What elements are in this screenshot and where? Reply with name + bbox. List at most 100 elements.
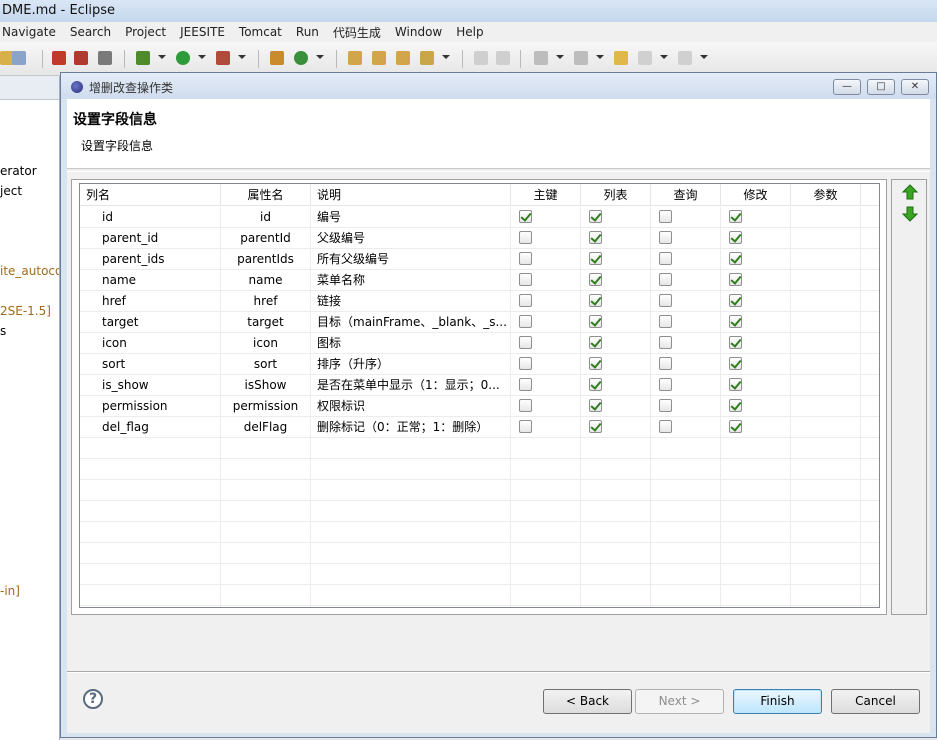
- list-checkbox[interactable]: [589, 357, 602, 370]
- table-row[interactable]: parent_id parentId 父级编号: [80, 228, 879, 249]
- edit-checkbox[interactable]: [729, 315, 742, 328]
- query-checkbox[interactable]: [659, 294, 672, 307]
- list-checkbox[interactable]: [589, 294, 602, 307]
- list-checkbox[interactable]: [589, 336, 602, 349]
- move-down-arrow-icon[interactable]: [902, 206, 918, 222]
- chevron-down-icon[interactable]: [316, 55, 324, 59]
- list-checkbox[interactable]: [589, 231, 602, 244]
- table-row[interactable]: name name 菜单名称: [80, 270, 879, 291]
- chevron-down-icon[interactable]: [700, 55, 708, 59]
- open-type-icon[interactable]: [348, 51, 362, 65]
- tree-item[interactable]: -in]: [0, 584, 20, 598]
- debug-icon[interactable]: [136, 51, 150, 65]
- chevron-down-icon[interactable]: [198, 55, 206, 59]
- help-icon[interactable]: ?: [83, 689, 103, 709]
- list-checkbox[interactable]: [589, 378, 602, 391]
- column-header-list[interactable]: 列表: [581, 184, 651, 206]
- table-row[interactable]: id id 编号: [80, 207, 879, 228]
- list-checkbox[interactable]: [589, 399, 602, 412]
- list-checkbox[interactable]: [589, 315, 602, 328]
- pk-checkbox[interactable]: [519, 336, 532, 349]
- tree-item[interactable]: erator: [0, 164, 37, 178]
- search-icon[interactable]: [420, 51, 434, 65]
- pk-checkbox[interactable]: [519, 357, 532, 370]
- show-whitespace-icon[interactable]: [496, 51, 510, 65]
- query-checkbox[interactable]: [659, 399, 672, 412]
- back-arrow-icon[interactable]: [638, 51, 652, 65]
- chevron-down-icon[interactable]: [660, 55, 668, 59]
- bug-icon[interactable]: [52, 51, 66, 65]
- fields-table[interactable]: 列名 属性名 说明 主键 列表 查询 修改 参数 id id 编号 parent_id…: [79, 183, 880, 608]
- column-header-primary-key[interactable]: 主键: [511, 184, 581, 206]
- column-header-description[interactable]: 说明: [311, 184, 511, 206]
- column-header-query[interactable]: 查询: [651, 184, 721, 206]
- bug-icon[interactable]: [74, 51, 88, 65]
- forward-arrow-icon[interactable]: [678, 51, 692, 65]
- edit-checkbox[interactable]: [729, 378, 742, 391]
- edit-checkbox[interactable]: [729, 231, 742, 244]
- move-up-arrow-icon[interactable]: [902, 184, 918, 200]
- menu-help[interactable]: Help: [456, 25, 483, 39]
- tree-item[interactable]: s: [0, 324, 6, 338]
- pk-checkbox[interactable]: [519, 210, 532, 223]
- pk-checkbox[interactable]: [519, 315, 532, 328]
- table-row[interactable]: target target 目标（mainFrame、_blank、_s...: [80, 312, 879, 333]
- pk-checkbox[interactable]: [519, 294, 532, 307]
- column-header-name[interactable]: 列名: [80, 184, 221, 206]
- column-header-property[interactable]: 属性名: [221, 184, 311, 206]
- query-checkbox[interactable]: [659, 273, 672, 286]
- run-icon[interactable]: [176, 51, 190, 65]
- table-row[interactable]: parent_ids parentIds 所有父级编号: [80, 249, 879, 270]
- query-checkbox[interactable]: [659, 231, 672, 244]
- menu-navigate[interactable]: Navigate: [2, 25, 56, 39]
- external-tools-icon[interactable]: [216, 51, 230, 65]
- next-button[interactable]: Next >: [635, 689, 724, 714]
- pk-checkbox[interactable]: [519, 378, 532, 391]
- query-checkbox[interactable]: [659, 315, 672, 328]
- cancel-button[interactable]: Cancel: [831, 689, 920, 714]
- menu-project[interactable]: Project: [125, 25, 166, 39]
- tree-item[interactable]: 2SE-1.5]: [0, 304, 51, 318]
- tree-item[interactable]: ite_autoco: [0, 264, 59, 278]
- pk-checkbox[interactable]: [519, 399, 532, 412]
- maximize-button[interactable]: □: [867, 79, 895, 95]
- chevron-down-icon[interactable]: [442, 55, 450, 59]
- table-row[interactable]: del_flag delFlag 删除标记（0：正常；1：删除）: [80, 417, 879, 438]
- menu-jeesite[interactable]: JEESITE: [180, 25, 225, 39]
- pk-checkbox[interactable]: [519, 273, 532, 286]
- back-button[interactable]: < Back: [543, 689, 632, 714]
- edit-checkbox[interactable]: [729, 336, 742, 349]
- pk-checkbox[interactable]: [519, 252, 532, 265]
- new-class-icon[interactable]: [294, 51, 308, 65]
- table-row[interactable]: is_show isShow 是否在菜单中显示（1：显示；0...: [80, 375, 879, 396]
- list-checkbox[interactable]: [589, 420, 602, 433]
- table-row[interactable]: permission permission 权限标识: [80, 396, 879, 417]
- edit-checkbox[interactable]: [729, 357, 742, 370]
- query-checkbox[interactable]: [659, 357, 672, 370]
- pk-checkbox[interactable]: [519, 231, 532, 244]
- edit-checkbox[interactable]: [729, 252, 742, 265]
- finish-button[interactable]: Finish: [733, 689, 822, 714]
- list-checkbox[interactable]: [589, 210, 602, 223]
- menu-window[interactable]: Window: [395, 25, 442, 39]
- menu-search[interactable]: Search: [70, 25, 111, 39]
- pk-checkbox[interactable]: [519, 420, 532, 433]
- edit-checkbox[interactable]: [729, 273, 742, 286]
- edit-checkbox[interactable]: [729, 210, 742, 223]
- query-checkbox[interactable]: [659, 420, 672, 433]
- list-checkbox[interactable]: [589, 273, 602, 286]
- menu-codegen[interactable]: 代码生成: [333, 24, 381, 41]
- next-annotation-icon[interactable]: [534, 51, 548, 65]
- bug-icon[interactable]: [98, 51, 112, 65]
- previous-annotation-icon[interactable]: [574, 51, 588, 65]
- minimize-button[interactable]: —: [833, 79, 861, 95]
- menu-run[interactable]: Run: [296, 25, 319, 39]
- table-row[interactable]: icon icon 图标: [80, 333, 879, 354]
- chevron-down-icon[interactable]: [158, 55, 166, 59]
- open-resource-icon[interactable]: [372, 51, 386, 65]
- edit-checkbox[interactable]: [729, 399, 742, 412]
- chevron-down-icon[interactable]: [596, 55, 604, 59]
- new-package-icon[interactable]: [270, 51, 284, 65]
- toggle-mark-icon[interactable]: [474, 51, 488, 65]
- tree-item[interactable]: ject: [0, 184, 22, 198]
